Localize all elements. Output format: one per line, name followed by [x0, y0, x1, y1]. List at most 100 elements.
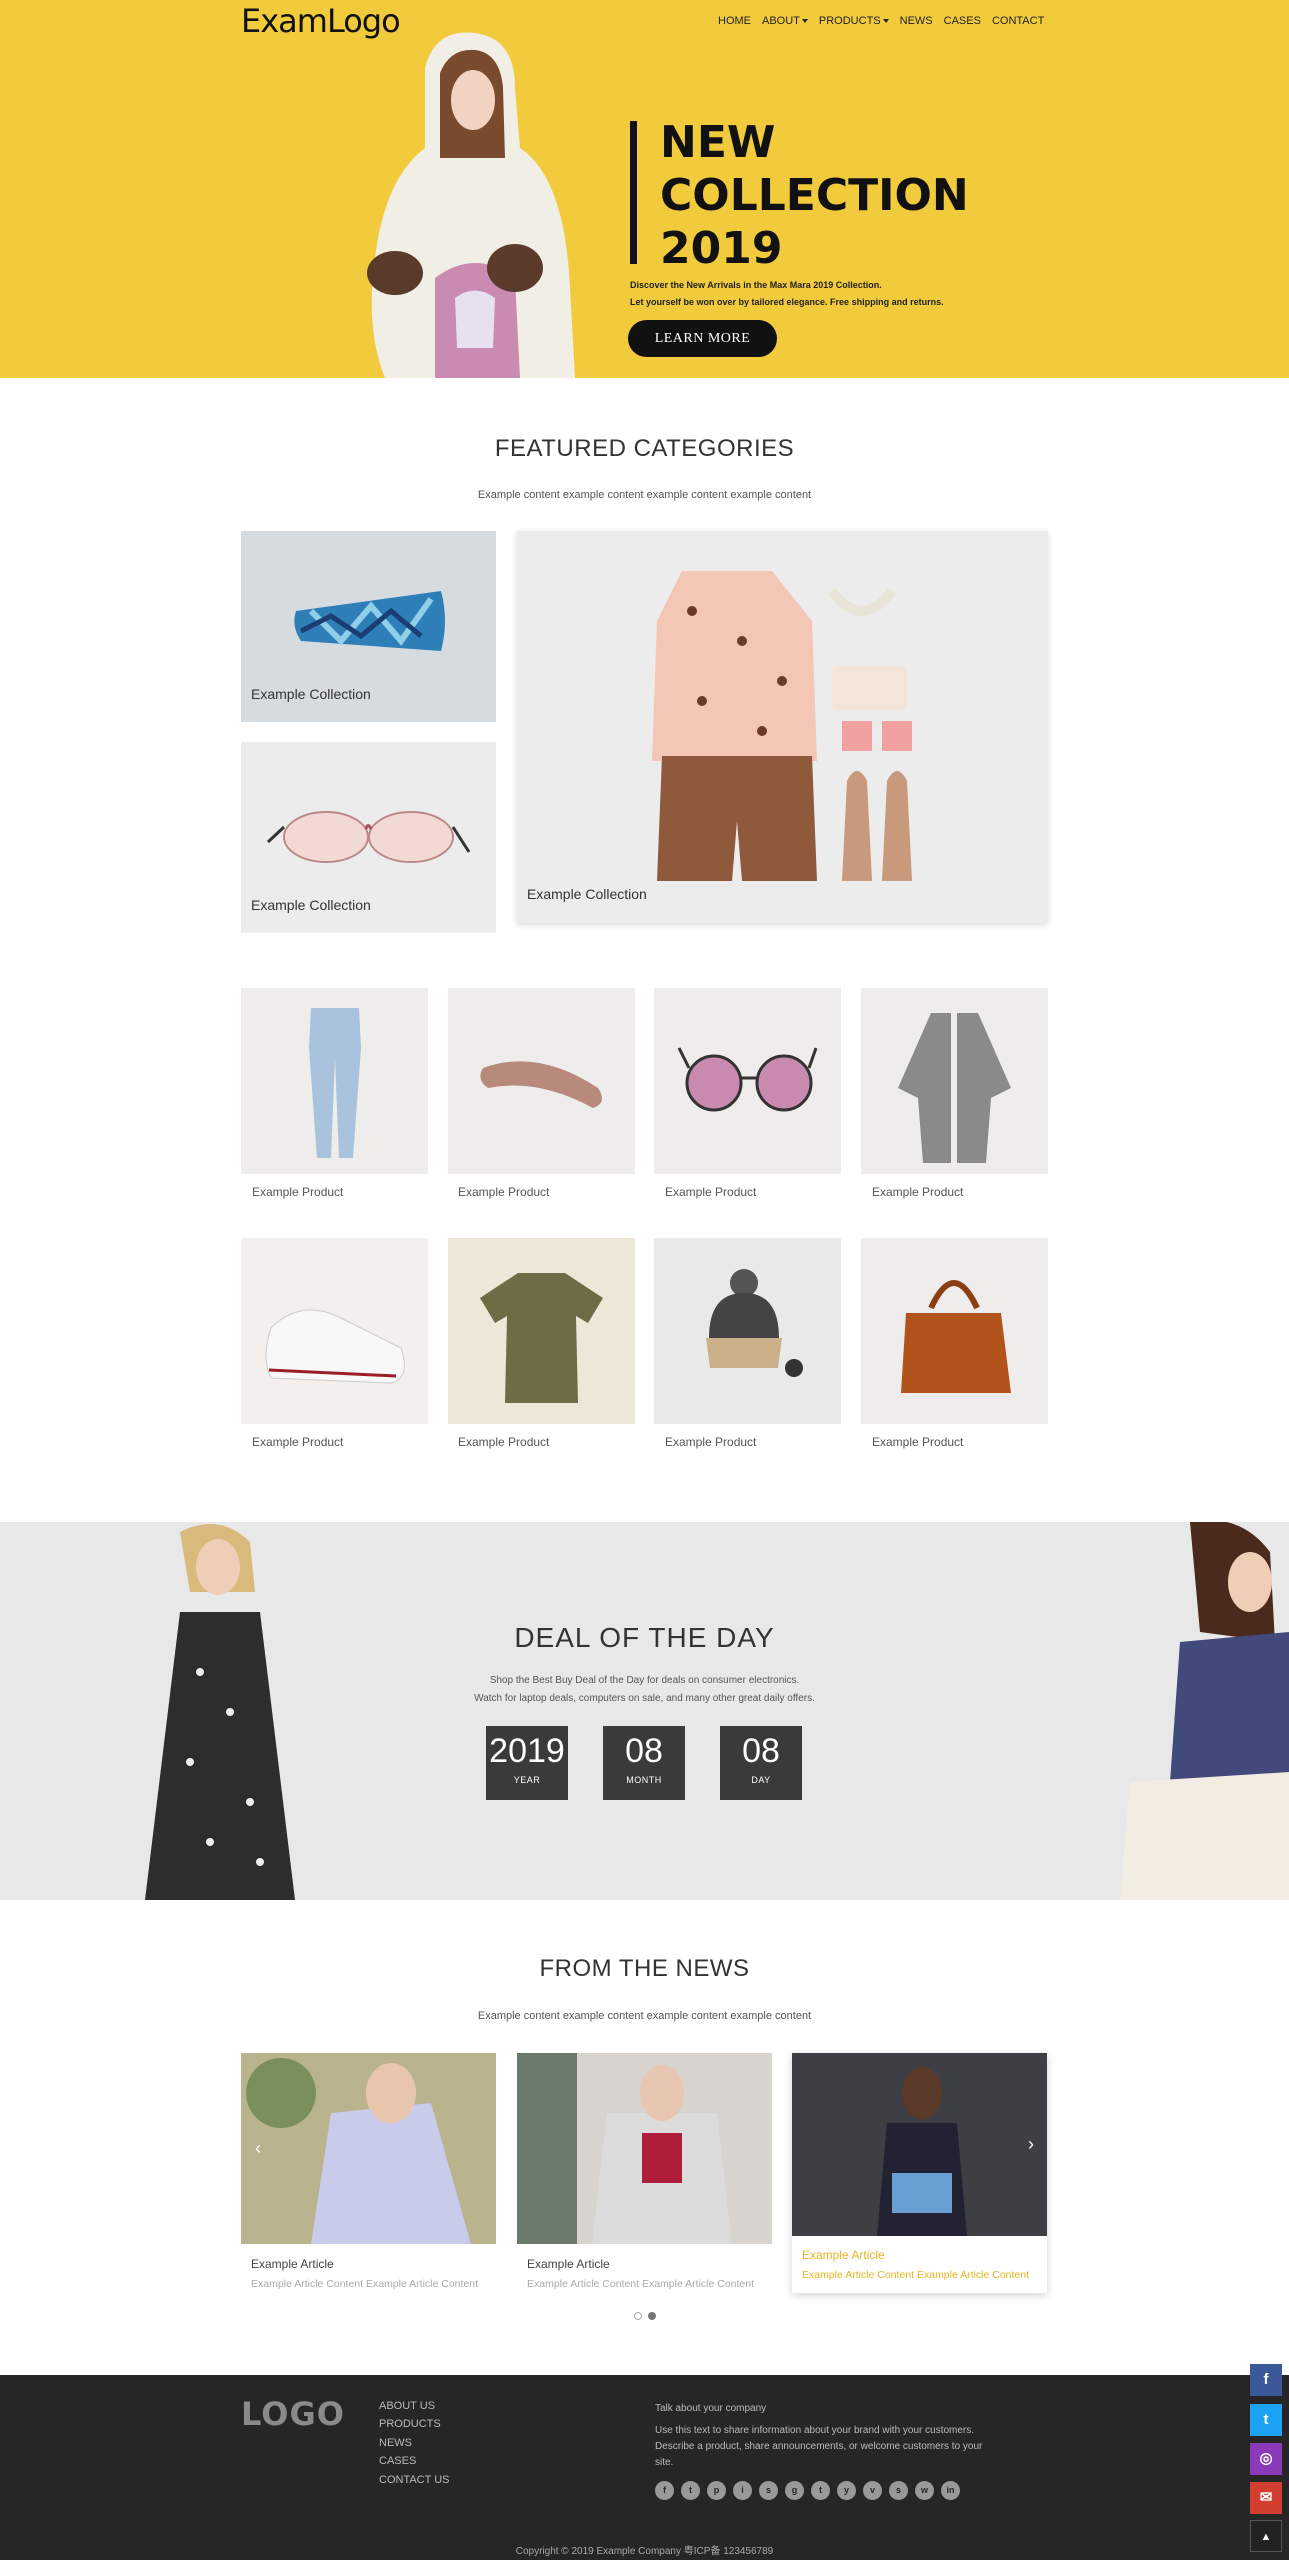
- category-card[interactable]: Example Collection: [517, 531, 1048, 923]
- nav-contact[interactable]: CONTACT: [992, 15, 1044, 27]
- footer-link-about[interactable]: ABOUT US: [379, 2400, 435, 2412]
- product-card[interactable]: [861, 1238, 1048, 1424]
- countdown-number: 2019: [489, 1732, 565, 1770]
- deal-text-line: Watch for laptop deals, computers on sal…: [474, 1693, 815, 1704]
- social-youtube-icon[interactable]: y: [837, 2481, 856, 2500]
- chevron-down-icon: [801, 19, 808, 23]
- product-label[interactable]: Example Product: [665, 1185, 756, 1199]
- hero-title-line: NEW: [660, 117, 776, 168]
- instagram-icon[interactable]: ◎: [1250, 2443, 1282, 2475]
- nav-news[interactable]: NEWS: [900, 15, 933, 27]
- nav-about[interactable]: ABOUT: [762, 15, 808, 27]
- countdown-label: DAY: [751, 1775, 771, 1785]
- cardigan-icon: [898, 1013, 1011, 1163]
- product-label[interactable]: Example Product: [665, 1435, 756, 1449]
- footer-link-news[interactable]: NEWS: [379, 2437, 412, 2449]
- countdown-day: 08 DAY: [720, 1726, 802, 1800]
- hero-title-line: COLLECTION: [660, 170, 969, 221]
- news-title: FROM THE NEWS: [539, 1955, 750, 1982]
- deal-text-line: Shop the Best Buy Deal of the Day for de…: [489, 1675, 800, 1686]
- category-label: Example Collection: [527, 886, 647, 902]
- countdown-number: 08: [742, 1732, 780, 1770]
- category-card[interactable]: Example Collection: [241, 531, 496, 722]
- product-label[interactable]: Example Product: [458, 1185, 549, 1199]
- outfit-image: [652, 571, 912, 881]
- product-label[interactable]: Example Product: [252, 1435, 343, 1449]
- deal-model-right-image: [1120, 1522, 1289, 1900]
- nav-products[interactable]: PRODUCTS: [819, 15, 889, 27]
- sunglasses-icon: [677, 1047, 818, 1112]
- jeans-icon: [309, 1008, 361, 1158]
- headband-image: [294, 591, 445, 651]
- footer-link-products[interactable]: PRODUCTS: [379, 2418, 441, 2430]
- featured-title: FEATURED CATEGORIES: [494, 435, 795, 462]
- product-card[interactable]: [654, 1238, 841, 1424]
- countdown-year: 2019 YEAR: [486, 1726, 568, 1800]
- carousel-dot[interactable]: [634, 2312, 642, 2320]
- hero-model-image: [367, 32, 575, 378]
- hero-title: NEW COLLECTION 2019: [660, 116, 980, 275]
- news-article-title[interactable]: Example Article: [527, 2257, 610, 2271]
- social-weibo-icon[interactable]: w: [915, 2481, 934, 2500]
- footer-link-contact[interactable]: CONTACT US: [379, 2474, 450, 2486]
- product-card[interactable]: [448, 1238, 635, 1424]
- deal-model-left-image: [145, 1524, 295, 1900]
- product-card[interactable]: [448, 988, 635, 1174]
- social-google-icon[interactable]: g: [785, 2481, 804, 2500]
- product-label[interactable]: Example Product: [872, 1435, 963, 1449]
- footer-description: Use this text to share information about…: [655, 2425, 983, 2468]
- featured-subtitle: Example content example content example …: [477, 489, 812, 501]
- category-card[interactable]: Example Collection: [241, 742, 496, 933]
- social-snapchat-icon[interactable]: s: [759, 2481, 778, 2500]
- page: ExamLogo HOME ABOUT PRODUCTS NEWS CASES …: [0, 0, 1289, 2560]
- hero-desc-line: Discover the New Arrivals in the Max Mar…: [630, 280, 882, 290]
- news-image: [792, 2053, 1047, 2236]
- nav-cases[interactable]: CASES: [944, 15, 981, 27]
- news-photo-1: [241, 2053, 496, 2244]
- footer-talk-heading: Talk about your company: [655, 2403, 767, 2414]
- learn-more-button[interactable]: LEARN MORE: [628, 320, 777, 357]
- social-twitter-icon[interactable]: t: [681, 2481, 700, 2500]
- product-card[interactable]: [241, 1238, 428, 1424]
- product-label[interactable]: Example Product: [872, 1185, 963, 1199]
- carousel-prev-icon[interactable]: ‹: [247, 2137, 269, 2159]
- social-pinterest-icon[interactable]: p: [707, 2481, 726, 2500]
- headband-icon: [480, 1061, 602, 1108]
- sneaker-icon: [265, 1309, 405, 1384]
- social-vimeo-icon[interactable]: v: [863, 2481, 882, 2500]
- facebook-icon[interactable]: f: [1250, 2364, 1282, 2396]
- news-subtitle: Example content example content example …: [477, 2010, 812, 2022]
- countdown-month: 08 MONTH: [603, 1726, 685, 1800]
- hero-description: Discover the New Arrivals in the Max Mar…: [630, 277, 944, 311]
- twitter-icon[interactable]: t: [1250, 2404, 1282, 2436]
- product-label[interactable]: Example Product: [252, 1185, 343, 1199]
- hero-banner: ExamLogo HOME ABOUT PRODUCTS NEWS CASES …: [0, 0, 1289, 378]
- footer-logo[interactable]: LOGO: [241, 2395, 345, 2433]
- footer-link-cases[interactable]: CASES: [379, 2455, 416, 2467]
- news-article-title[interactable]: Example Article: [802, 2248, 885, 2262]
- social-instagram-icon[interactable]: i: [733, 2481, 752, 2500]
- product-card[interactable]: [654, 988, 841, 1174]
- deal-title: DEAL OF THE DAY: [514, 1622, 775, 1653]
- nav-home[interactable]: HOME: [718, 15, 751, 27]
- email-icon[interactable]: ✉: [1250, 2482, 1282, 2514]
- carousel-next-icon[interactable]: ›: [1020, 2133, 1042, 2155]
- social-facebook-icon[interactable]: f: [655, 2481, 674, 2500]
- hero-title-line: 2019: [660, 223, 783, 274]
- news-card-active[interactable]: › Example Article Example Article Conten…: [792, 2053, 1047, 2293]
- news-card[interactable]: Example Article Example Article Content …: [517, 2053, 772, 2303]
- social-tumblr-icon[interactable]: t: [811, 2481, 830, 2500]
- carousel-dot-active[interactable]: [648, 2312, 656, 2320]
- social-skype-icon[interactable]: s: [889, 2481, 908, 2500]
- news-photo-2: [517, 2053, 772, 2244]
- product-card[interactable]: [241, 988, 428, 1174]
- hero-accent-bar: [630, 121, 637, 264]
- news-image: [241, 2053, 496, 2244]
- news-article-text: Example Article Content Example Article …: [802, 2269, 1030, 2281]
- product-card[interactable]: [861, 988, 1048, 1174]
- news-article-title[interactable]: Example Article: [251, 2257, 334, 2271]
- social-linkedin-icon[interactable]: in: [941, 2481, 960, 2500]
- back-to-top-icon[interactable]: ▲: [1250, 2520, 1282, 2552]
- news-card[interactable]: ‹ Example Article Example Article Conten…: [241, 2053, 496, 2303]
- product-label[interactable]: Example Product: [458, 1435, 549, 1449]
